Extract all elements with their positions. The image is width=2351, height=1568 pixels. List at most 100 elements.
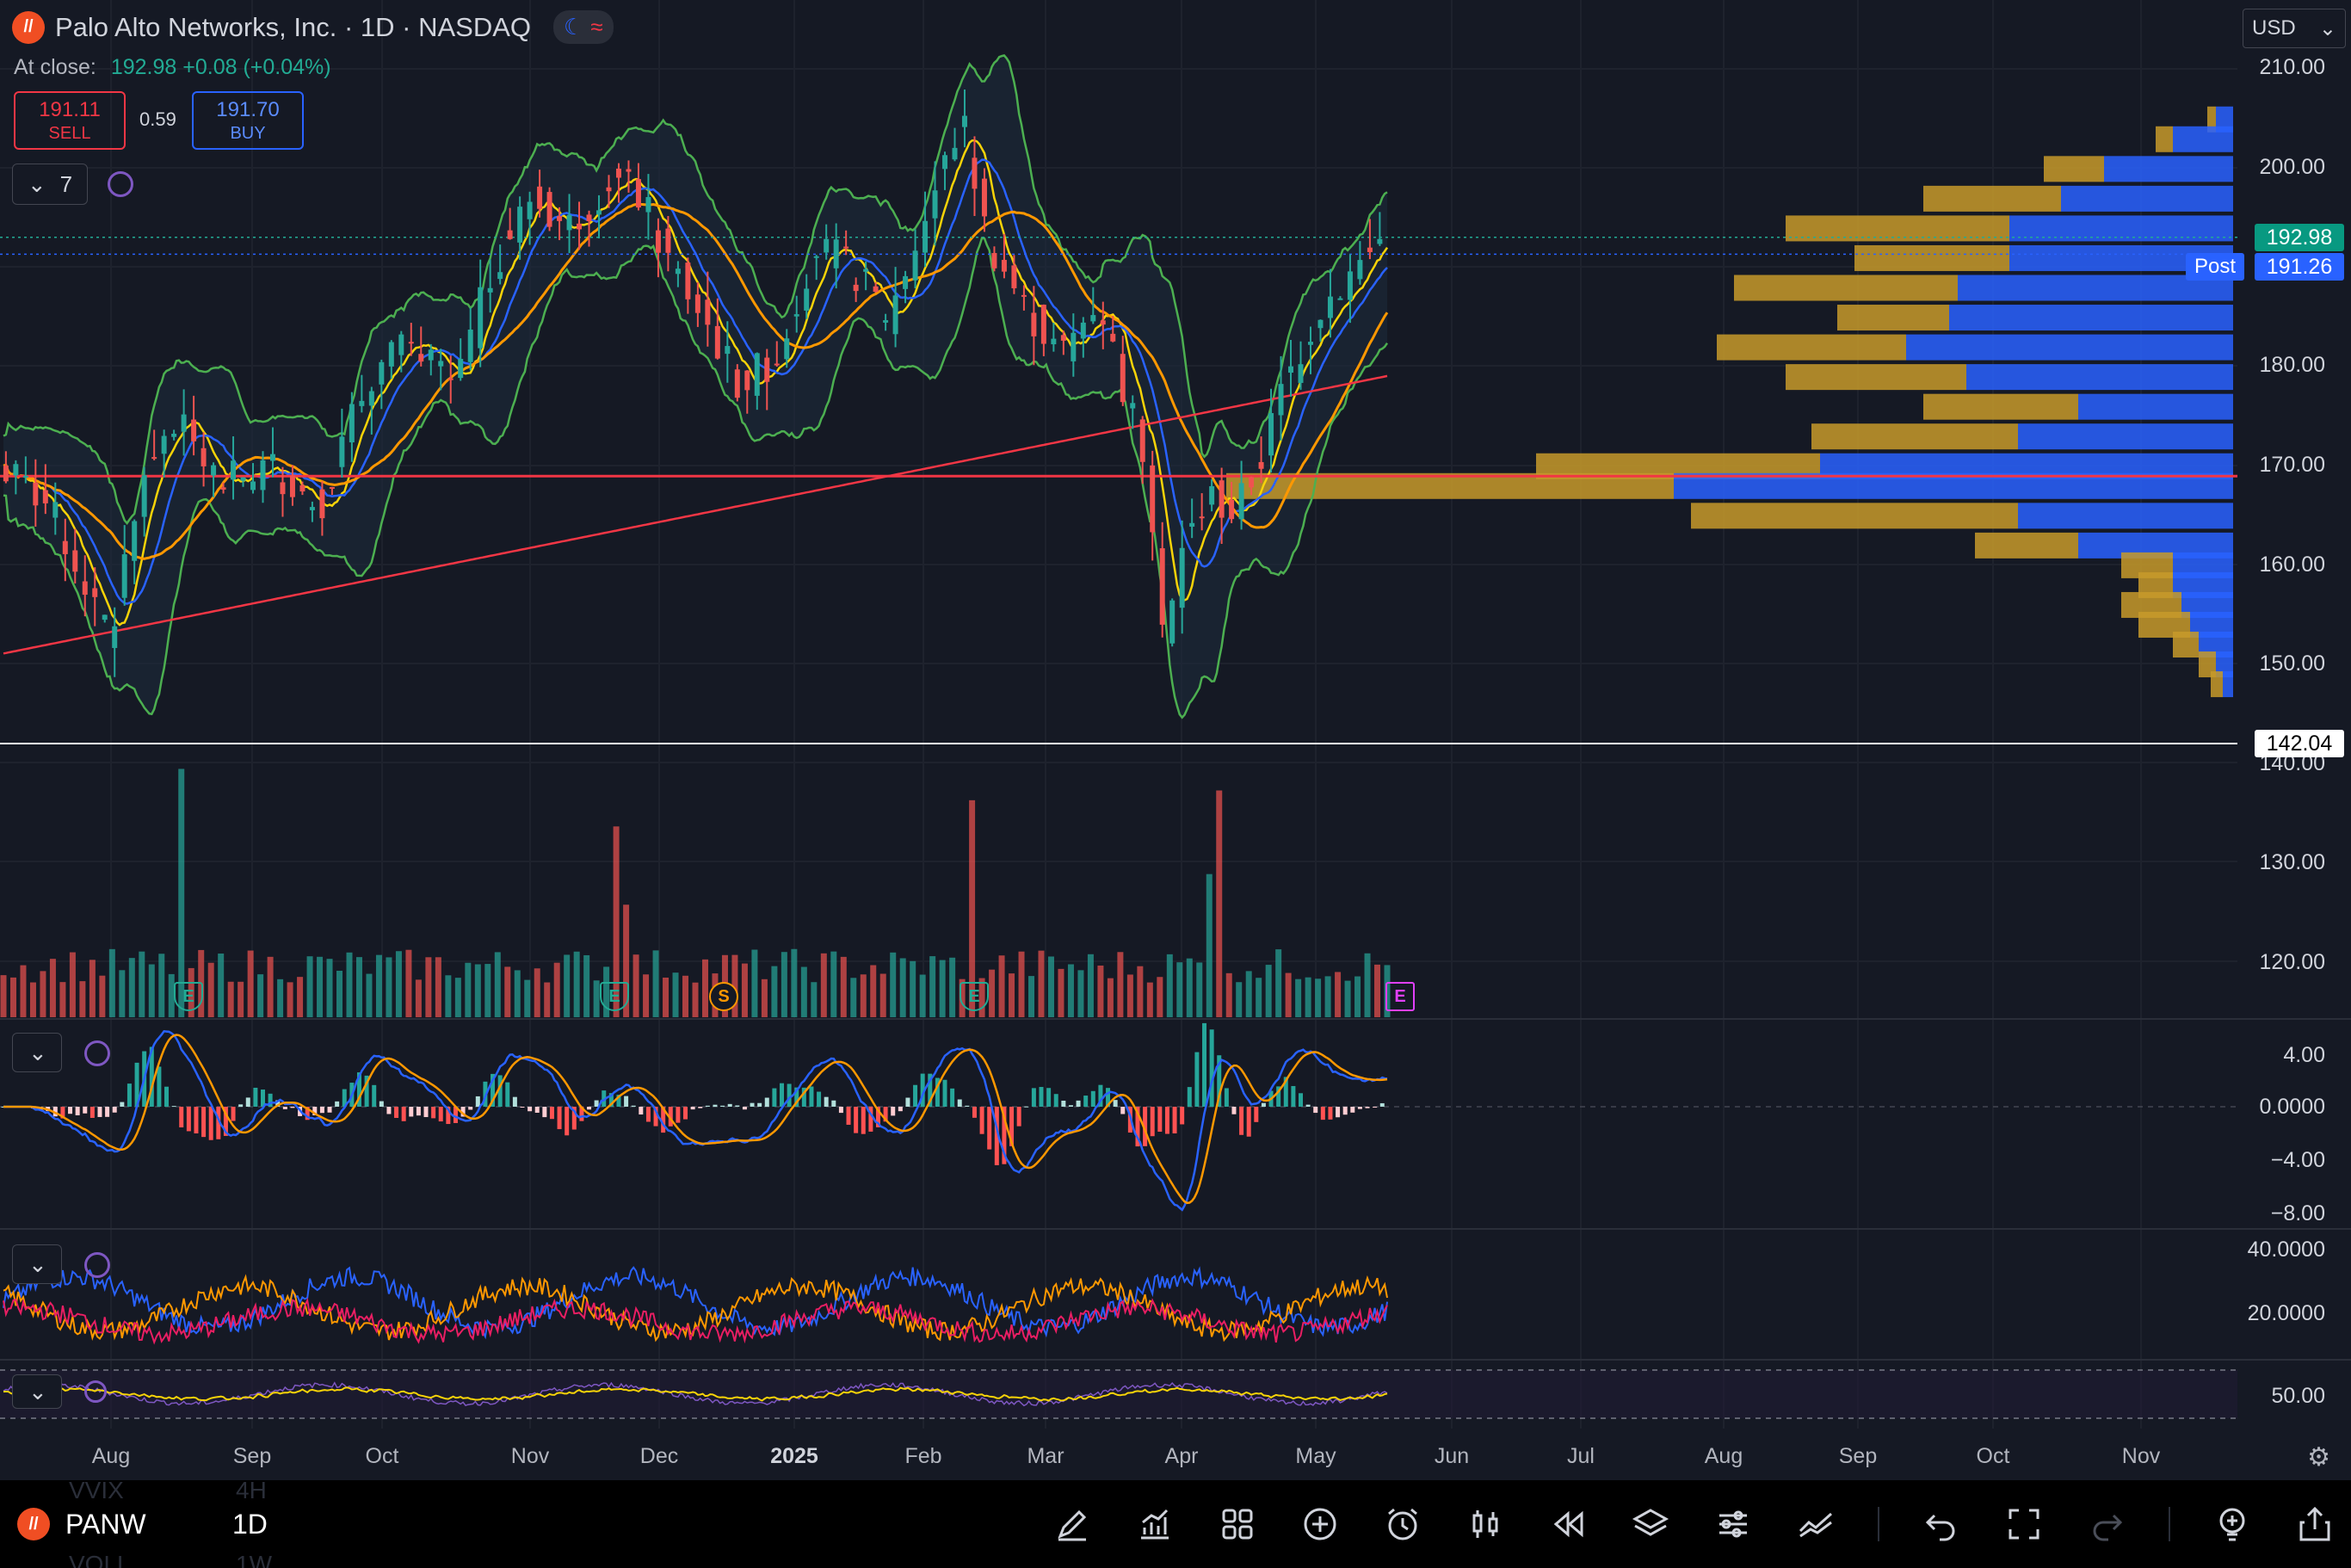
macd-collapse-button[interactable]: ⌄: [12, 1033, 62, 1072]
volume-bar: [1058, 968, 1064, 1017]
candle-body: [1150, 465, 1156, 533]
volume-bar: [583, 954, 590, 1017]
symbol-selector[interactable]: // PANW: [17, 1508, 146, 1540]
new-idea-button[interactable]: [2212, 1503, 2253, 1545]
gear-icon[interactable]: ⚙: [2307, 1442, 2330, 1472]
candle-body: [517, 207, 523, 243]
price-chart[interactable]: [0, 0, 2351, 1480]
candle-body: [833, 239, 839, 269]
timeframe-selector[interactable]: 1D: [232, 1509, 268, 1540]
future-earnings-marker[interactable]: E: [1385, 982, 1415, 1011]
add-button[interactable]: [1299, 1503, 1341, 1545]
volume-bar: [939, 960, 946, 1017]
volume-profile-bar: [2078, 393, 2233, 420]
candle-body: [260, 460, 266, 491]
volume-bar: [791, 948, 798, 1017]
share-button[interactable]: [2294, 1503, 2336, 1545]
buy-button[interactable]: 191.70 BUY: [192, 91, 304, 150]
layers-button[interactable]: [1630, 1503, 1671, 1545]
plus-circle-icon: [1304, 1508, 1336, 1540]
draw-button[interactable]: [1052, 1503, 1093, 1545]
macd-histogram-bar: [1180, 1107, 1185, 1125]
volume-bar: [514, 970, 521, 1017]
paloalto-logo-icon: //: [17, 1508, 50, 1540]
volume-bar: [544, 982, 551, 1017]
settings-button[interactable]: [1712, 1503, 1754, 1545]
candle-body: [1298, 364, 1304, 383]
macd-histogram-bar: [735, 1105, 740, 1107]
fullscreen-button[interactable]: [2003, 1503, 2045, 1545]
candle-body: [447, 378, 454, 380]
macd-histogram-bar: [750, 1102, 755, 1107]
candle-body: [714, 325, 720, 359]
candle-body: [793, 314, 799, 317]
macd-histogram-bar: [231, 1107, 236, 1121]
sell-price: 191.11: [39, 98, 101, 121]
session-badges[interactable]: ☾ ≈: [553, 10, 614, 44]
macd-histogram-bar: [891, 1107, 896, 1116]
redo-button[interactable]: [2086, 1503, 2127, 1545]
candle-body: [586, 214, 592, 222]
macd-histogram-bar: [1342, 1107, 1348, 1115]
indicators-button[interactable]: [1134, 1503, 1176, 1545]
symbol-header[interactable]: // Palo Alto Networks, Inc. · 1D · NASDA…: [12, 10, 614, 44]
volume-bar: [386, 957, 392, 1017]
candle-body: [774, 363, 780, 366]
volume-bar: [1047, 956, 1054, 1017]
templates-button[interactable]: [1217, 1503, 1258, 1545]
macd-histogram-bar: [1090, 1090, 1095, 1107]
rsi-collapse-button[interactable]: ⌄: [12, 1374, 62, 1409]
dmi-axis-label: 40.0000: [2247, 1238, 2325, 1262]
volume-bar: [800, 966, 807, 1017]
volume-bar: [553, 962, 560, 1017]
candle-body: [1278, 384, 1284, 416]
volume-bar: [811, 982, 818, 1017]
volume-bar: [910, 960, 916, 1017]
undo-button[interactable]: [1921, 1503, 1962, 1545]
symbol-title: Palo Alto Networks, Inc. · 1D · NASDAQ: [55, 11, 532, 42]
macd-histogram-bar: [549, 1107, 554, 1120]
indicators-collapse-button[interactable]: ⌄ 7: [12, 164, 88, 205]
macd-histogram-bar: [979, 1107, 984, 1134]
earnings-marker[interactable]: E: [600, 982, 629, 1011]
symbol-name: PANW: [65, 1508, 146, 1540]
currency-select[interactable]: USD ⌄: [2243, 9, 2346, 48]
volume-bar: [139, 951, 145, 1017]
macd-sync-icon[interactable]: [84, 1040, 110, 1066]
macd-histogram-bar: [1053, 1094, 1058, 1107]
rsi-sync-icon[interactable]: [84, 1380, 107, 1403]
macd-histogram-bar: [327, 1107, 332, 1113]
last-price-tag: 192.98: [2255, 224, 2344, 251]
volume-bar: [1028, 976, 1035, 1017]
replay-button[interactable]: [1547, 1503, 1589, 1545]
candle-body: [577, 223, 583, 230]
sell-button[interactable]: 191.11 SELL: [14, 91, 126, 150]
volume-bar: [218, 954, 225, 1017]
volume-bar: [701, 959, 708, 1017]
volume-bar: [178, 769, 185, 1017]
volume-bar: [474, 964, 481, 1017]
split-marker[interactable]: S: [709, 982, 738, 1011]
dmi-collapse-button[interactable]: ⌄: [12, 1244, 62, 1284]
volume-bar: [1018, 951, 1025, 1017]
macd-histogram-bar: [112, 1107, 117, 1113]
volume-bar: [682, 975, 689, 1017]
volume-bar: [1344, 980, 1351, 1017]
volume-bar: [257, 974, 264, 1017]
volume-profile-bar: [1923, 393, 2078, 420]
dmi-sync-icon[interactable]: [84, 1252, 110, 1278]
alert-button[interactable]: [1382, 1503, 1423, 1545]
sync-icon[interactable]: [108, 171, 133, 197]
volume-bar: [1374, 964, 1381, 1017]
volume-bar: [890, 952, 897, 1017]
candle-body: [507, 230, 513, 239]
compare-button[interactable]: [1795, 1503, 1836, 1545]
volume-bar: [663, 977, 670, 1017]
candle-body: [132, 521, 138, 561]
candle-body: [1288, 366, 1294, 373]
candle-body: [3, 466, 9, 482]
candle-body: [1100, 320, 1106, 325]
chart-type-button[interactable]: [1465, 1503, 1506, 1545]
earnings-marker[interactable]: E: [174, 982, 203, 1011]
earnings-marker[interactable]: E: [960, 982, 989, 1011]
